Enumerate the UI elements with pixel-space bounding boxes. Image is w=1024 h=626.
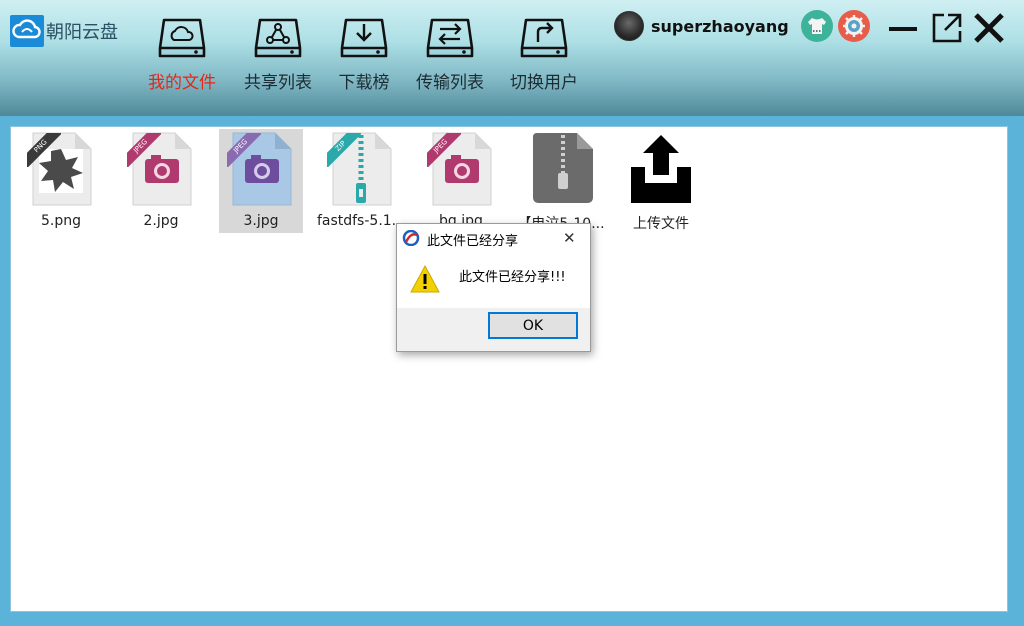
dialog-title: 此文件已经分享 <box>427 234 519 249</box>
close-icon[interactable] <box>972 11 1006 45</box>
file-name: 3.jpg <box>243 213 279 229</box>
settings-button[interactable] <box>838 10 870 42</box>
dialog-body: 此文件已经分享!!! <box>397 252 590 308</box>
nav-label: 下载榜 <box>338 73 390 93</box>
warning-icon <box>410 264 440 293</box>
nav-label: 传输列表 <box>416 73 484 93</box>
maximize-icon[interactable] <box>930 11 964 45</box>
file-item[interactable]: ZIP fastdfs-5.1... <box>317 129 405 233</box>
file-type-tag: PNG <box>27 133 61 167</box>
file-type-tag: JPEG <box>127 133 161 167</box>
skin-theme-button[interactable] <box>801 10 833 42</box>
file-name: 2.jpg <box>143 213 179 229</box>
close-icon[interactable]: ✕ <box>563 229 576 247</box>
cloud-drive-icon <box>158 18 206 58</box>
file-type-tag: ZIP <box>327 133 361 167</box>
title-bar: 朝阳云盘 我的文件 共享列表 下载榜 传输列表 切换用户 superzhaoya… <box>0 0 1024 116</box>
app-logo <box>10 15 44 47</box>
file-item[interactable]: JPEG bg.jpg <box>419 129 503 233</box>
share-drive-icon <box>254 18 302 58</box>
file-type-tag: JPEG <box>227 133 261 167</box>
switch-user-drive-icon <box>520 18 568 58</box>
username: superzhaoyang <box>651 17 789 36</box>
file-list: PNG 5.png JPEG 2.jpg JPEG 3.jpg ZIP fast… <box>10 126 1008 612</box>
nav-shared-list[interactable]: 共享列表 <box>228 14 328 94</box>
file-type-tag: JPEG <box>427 133 461 167</box>
transfer-drive-icon <box>426 18 474 58</box>
download-drive-icon <box>340 18 388 58</box>
app-small-icon <box>402 230 420 246</box>
dialog-message: 此文件已经分享!!! <box>459 270 566 285</box>
dialog-titlebar[interactable]: 此文件已经分享 ✕ <box>397 224 590 252</box>
shirt-icon <box>808 18 826 34</box>
upload-file-button[interactable]: 上传文件 <box>619 129 703 233</box>
nav-label: 切换用户 <box>510 73 578 93</box>
share-message-dialog: 此文件已经分享 ✕ 此文件已经分享!!! OK <box>396 223 591 352</box>
archive-file-icon <box>533 133 593 203</box>
file-item[interactable]: JPEG 2.jpg <box>119 129 203 233</box>
nav-label: 共享列表 <box>244 73 312 93</box>
app-title: 朝阳云盘 <box>46 22 118 43</box>
upload-label: 上传文件 <box>633 216 689 232</box>
nav-my-files[interactable]: 我的文件 <box>132 14 232 94</box>
nav-switch-user[interactable]: 切换用户 <box>494 14 594 94</box>
cloud-logo-icon <box>12 19 41 39</box>
nav-label: 我的文件 <box>148 73 216 93</box>
file-item-selected[interactable]: JPEG 3.jpg <box>219 129 303 233</box>
file-item[interactable]: 【电泣5-10... <box>517 129 605 233</box>
avatar[interactable] <box>614 11 644 41</box>
minimize-icon[interactable] <box>886 12 920 46</box>
file-item[interactable]: PNG 5.png <box>19 129 103 233</box>
nav-transfer-list[interactable]: 传输列表 <box>400 14 500 94</box>
gear-icon <box>843 15 865 37</box>
upload-icon <box>631 135 691 203</box>
file-name: fastdfs-5.1... <box>316 213 406 229</box>
file-name: 5.png <box>40 213 81 229</box>
ok-button[interactable]: OK <box>488 312 578 339</box>
nav-download-rank[interactable]: 下载榜 <box>314 14 414 94</box>
